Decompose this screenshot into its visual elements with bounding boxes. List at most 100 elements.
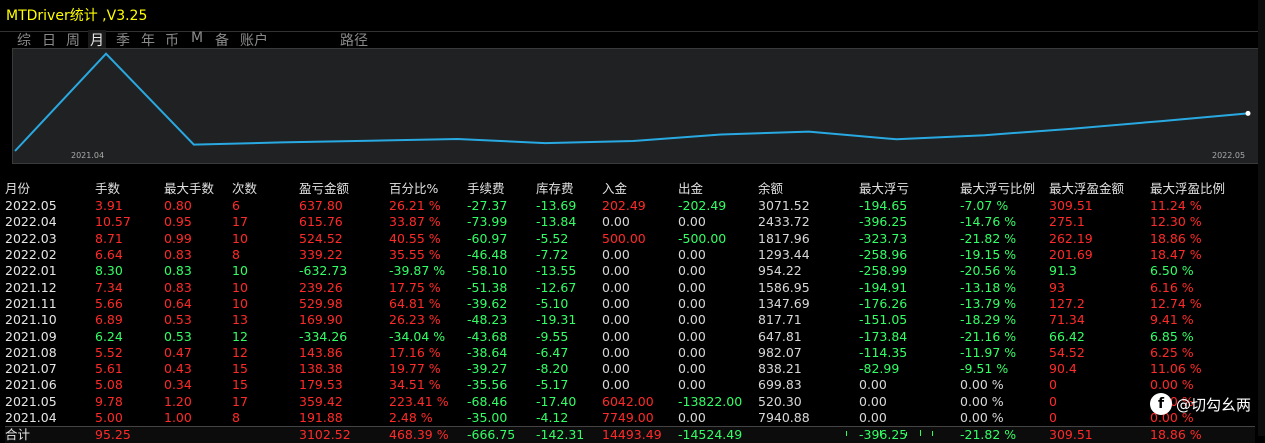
x-tick-start: 2021.04 [71,151,105,160]
table-cell: 239.26 [299,279,343,295]
table-cell: 0.00 [602,361,630,377]
tab-path[interactable]: 路径 [340,30,368,50]
table-cell: -258.99 [859,263,908,279]
table-cell: 0.00 [678,247,706,263]
table-cell: 0.00 [678,214,706,230]
table-cell: 615.76 [299,214,343,230]
bottom-activity-bars [846,430,933,436]
tab-month[interactable]: 月 [88,30,106,50]
table-cell: 339.22 [299,247,343,263]
table-cell: 169.90 [299,312,343,328]
column-header[interactable]: 最大浮亏比例 [960,179,1049,198]
table-cell: 0.00 [678,279,706,295]
table-cell: 2021.09 [5,328,57,344]
table-cell: 12.74 % [1150,295,1202,311]
column-header[interactable]: 百分比% [389,179,467,198]
table-cell: 10 [232,230,248,246]
table-cell: 17.75 % [389,279,441,295]
table-cell: 0.00 [678,377,706,393]
table-cell: 2022.03 [5,230,57,246]
table-cell: -173.84 [859,328,908,344]
table-row: 2022.04 10.57 0.95 17 615.76 33.87 % -73.99 -13… [5,214,1255,230]
table-row: 2021.05 9.78 1.20 17 359.42 223.41 % -68.46 -17… [5,394,1255,410]
table-cell: 520.30 [758,393,802,409]
table-cell: 0.00 [602,377,630,393]
table-cell: 0.00 [859,410,887,425]
tab-currency[interactable]: 币 [165,30,179,50]
column-header[interactable]: 最大浮亏 [859,179,960,198]
table-row: 2022.03 8.71 0.99 10 524.52 40.55 % -60.97 -5.5… [5,231,1255,247]
column-header[interactable]: 库存费 [536,179,602,198]
watermark: f @切勾幺两 [1149,390,1251,418]
table-cell: -58.10 [467,263,508,279]
table-cell: 468.39 % [389,426,467,443]
table-cell: -21.82 % [960,230,1017,246]
tab-summary[interactable]: 综 [17,30,31,50]
table-cell: 26.21 % [389,198,441,214]
table-cell: 17 [232,214,248,230]
table-cell: 0.53 [164,312,192,328]
window-title: MTDriver统计 ,V3.25 [6,8,148,24]
table-cell: -114.35 [859,344,908,360]
table-cell: 2021.04 [5,410,57,425]
tab-note[interactable]: 备 [215,30,229,50]
column-header[interactable]: 次数 [232,179,299,198]
tab-quarter[interactable]: 季 [116,30,130,50]
tab-account[interactable]: 账户 [240,30,268,50]
table-cell: 143.86 [299,344,343,360]
table-cell: 201.69 [1049,247,1093,263]
table-cell: 2433.72 [758,214,810,230]
table-row: 2022.02 6.64 0.83 8 339.22 35.55 % -46.48 -7.72… [5,247,1255,263]
table-row: 2021.11 5.66 0.64 10 529.98 64.81 % -39.62 -5.1… [5,296,1255,312]
column-header[interactable]: 手续费 [467,179,536,198]
table-cell: 0.00 [678,361,706,377]
table-cell: 合计 [5,426,95,443]
tab-year[interactable]: 年 [141,30,155,50]
table-body: 2022.05 3.91 0.80 6 637.80 26.21 % -27.37 -13.6… [5,198,1255,443]
column-header[interactable]: 入金 [602,179,678,198]
column-header[interactable]: 余额 [758,179,859,198]
table-cell: -18.29 % [960,312,1017,328]
table-cell: -5.52 [536,230,569,246]
table-cell: 637.80 [299,198,343,214]
tab-day[interactable]: 日 [42,30,56,50]
table-cell: 91.3 [1049,263,1077,279]
column-header[interactable]: 最大浮盈比例 [1150,179,1255,198]
column-header[interactable]: 月份 [5,179,95,198]
table-cell: -21.82 % [960,426,1049,443]
table-cell: 8 [232,247,240,263]
column-header[interactable]: 出金 [678,179,758,198]
column-header[interactable]: 手数 [95,179,164,198]
table-cell [232,426,299,443]
table-cell: 0.00 % [960,410,1004,425]
table-cell: -4.12 [536,410,569,425]
table-cell: -9.55 [536,328,569,344]
table-cell: -194.65 [859,198,908,214]
column-header[interactable]: 最大浮盈金额 [1049,179,1150,198]
table-cell: 1586.95 [758,279,810,295]
table-cell: 11.24 % [1150,198,1202,214]
table-cell: 7749.00 [602,410,654,425]
table-cell: 6.64 [95,247,123,263]
table-cell: 1817.96 [758,230,810,246]
table-cell: -13.84 [536,214,577,230]
table-cell: 18.86 % [1150,426,1255,443]
table-cell: 0.00 [678,410,706,425]
table-cell: 2022.04 [5,214,57,230]
table-cell: 13 [232,312,248,328]
table-cell: -6.47 [536,344,569,360]
column-header[interactable]: 盈亏金额 [299,179,389,198]
table-cell: 0.00 [678,263,706,279]
column-header[interactable]: 最大手数 [164,179,232,198]
table-cell: -13.79 % [960,295,1017,311]
tab-week[interactable]: 周 [66,30,80,50]
x-tick-end: 2022.05 [1212,151,1246,160]
table-cell: 223.41 % [389,393,449,409]
table-cell: 0.00 % [960,377,1004,393]
tab-m[interactable]: M [191,30,203,46]
table-row: 2021.07 5.61 0.43 15 138.38 19.77 % -39.27 -8.2… [5,361,1255,377]
table-cell: 954.22 [758,263,802,279]
table-cell: 699.83 [758,377,802,393]
table-cell: -396.25 [859,214,908,230]
table-cell: 0.00 [602,295,630,311]
